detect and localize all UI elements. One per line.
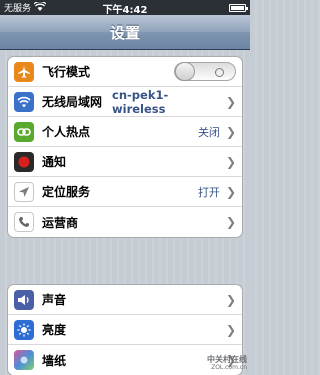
chevron-right-icon: ❯ (225, 124, 236, 139)
airplane-mode-toggle[interactable] (174, 62, 236, 81)
settings-row-personal-hotspot[interactable]: 个人热点 关闭 ❯ (8, 117, 242, 147)
brightness-icon (14, 319, 34, 340)
settings-row-label: 墙纸 (42, 353, 67, 368)
chevron-right-icon: ❯ (225, 94, 236, 109)
status-time: 下午4:42 (102, 5, 148, 16)
wallpaper-icon (14, 350, 34, 370)
chevron-right-icon: ❯ (225, 322, 236, 337)
settings-row-location-services[interactable]: 定位服务 打开 ❯ (8, 177, 242, 207)
settings-row-label: 通知 (42, 155, 67, 169)
settings-row-notifications[interactable]: 通知 ❯ (8, 147, 242, 177)
toggle-knob (175, 62, 195, 81)
watermark: 中关村在线 ZOL.com.cn (207, 356, 247, 372)
settings-row-label: 飞行模式 (42, 65, 91, 79)
settings-row-label: 运营商 (42, 215, 79, 230)
nav-bar: 设置 (0, 15, 250, 50)
location-services-status: 打开 (197, 185, 220, 199)
chevron-right-icon: ❯ (225, 215, 236, 229)
wifi-network-name: cn-pek1-wireless (112, 87, 169, 116)
speaker-icon (14, 289, 34, 310)
location-arrow-icon (14, 181, 34, 202)
settings-row-label: 个人热点 (42, 125, 91, 139)
settings-row-wifi[interactable]: 无线局域网 cn-pek1-wireless ❯ (8, 87, 242, 117)
toggle-off-indicator (215, 68, 224, 77)
settings-row-label: 声音 (42, 293, 67, 307)
airplane-icon (14, 61, 34, 82)
phone-icon (14, 212, 34, 232)
settings-row-label: 亮度 (42, 323, 67, 337)
settings-row-sounds[interactable]: 声音 ❯ (8, 285, 242, 315)
settings-row-carrier[interactable]: 运营商 ❯ (8, 207, 242, 237)
notification-icon (14, 151, 34, 172)
link-icon (14, 121, 34, 142)
status-bar: 无服务 下午4:42 (0, 0, 250, 16)
wifi-icon (14, 91, 34, 112)
settings-row-label: 定位服务 (42, 185, 91, 199)
battery-fill (231, 5, 244, 10)
settings-row-airplane-mode[interactable]: 飞行模式 (8, 57, 242, 87)
watermark-logo: 中关村在线 (207, 355, 247, 364)
chevron-right-icon: ❯ (225, 154, 236, 169)
chevron-right-icon: ❯ (225, 292, 236, 307)
settings-row-brightness[interactable]: 亮度 ❯ (8, 315, 242, 345)
settings-group-network: 飞行模式 无线局域网 cn-pek1-wireless ❯ 个人热点 关闭 ❯ … (7, 56, 243, 238)
settings-row-label: 无线局域网 (42, 95, 103, 109)
battery-icon (229, 3, 248, 12)
hotspot-status: 关闭 (197, 125, 220, 139)
page-title: 设置 (109, 23, 140, 42)
chevron-right-icon: ❯ (225, 184, 236, 199)
watermark-sub: ZOL.com.cn (211, 364, 247, 371)
